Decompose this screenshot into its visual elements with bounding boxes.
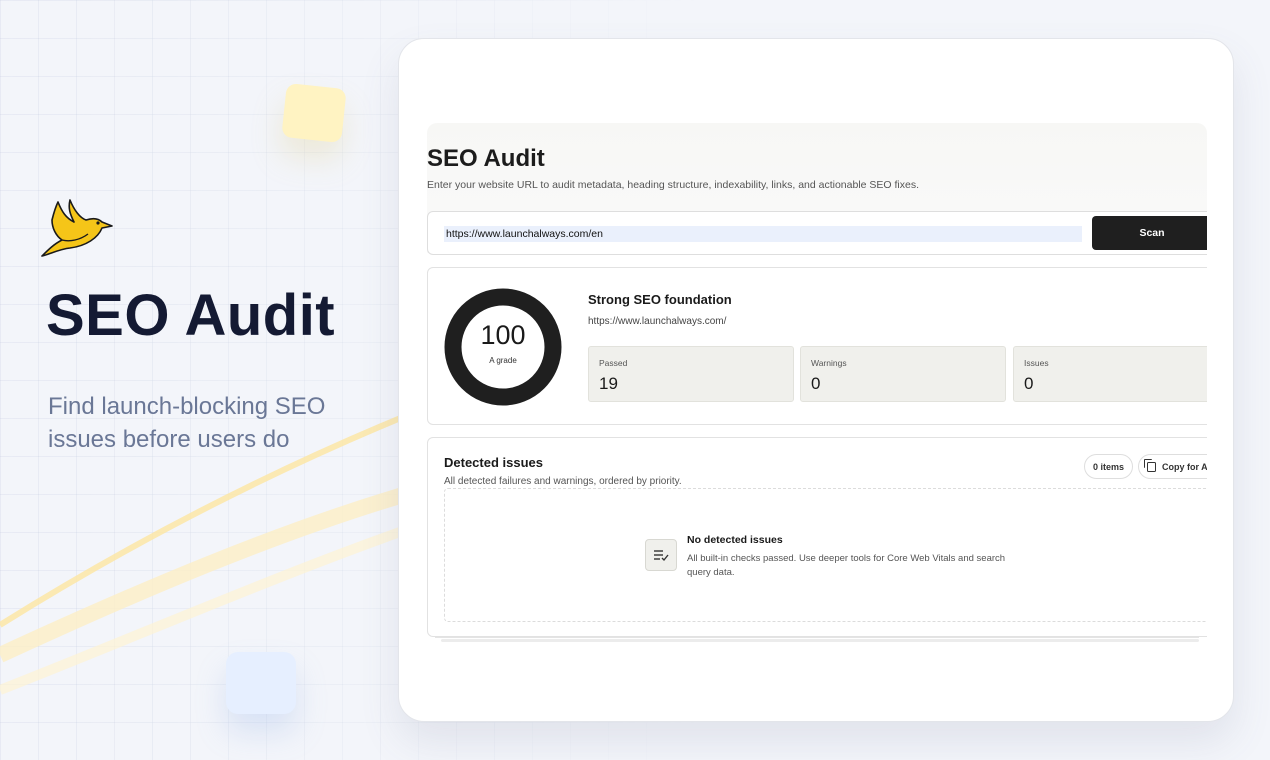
stat-label: Issues xyxy=(1024,358,1049,368)
empty-state-description: All built-in checks passed. Use deeper t… xyxy=(687,553,1006,578)
device-frame: SEO Audit Enter your website URL to audi… xyxy=(398,38,1234,722)
url-input[interactable] xyxy=(444,226,1082,242)
issues-card: Detected issues All detected failures an… xyxy=(427,437,1207,637)
page-description: Enter your website URL to audit metadata… xyxy=(427,179,920,191)
score-card: 100 A grade Strong SEO foundation https:… xyxy=(427,267,1207,425)
hero-title: SEO Audit xyxy=(46,283,336,348)
copy-for-ai-label: Copy for AI xyxy=(1162,461,1207,472)
stat-value: 19 xyxy=(599,374,618,393)
score-grade: A grade xyxy=(489,356,517,365)
stat-value: 0 xyxy=(811,374,821,393)
issue-count-badge: 0 items xyxy=(1084,454,1134,479)
stat-label: Passed xyxy=(599,358,628,368)
stat-issues: Issues 0 xyxy=(1013,346,1207,402)
decorative-yellow-tile xyxy=(281,83,347,143)
score-value: 100 xyxy=(480,320,526,350)
issues-description: All detected failures and warnings, orde… xyxy=(444,476,682,487)
empty-state: No detected issues All built-in checks p… xyxy=(444,488,1207,622)
bird-logo-icon xyxy=(41,199,113,257)
url-form: Scan xyxy=(427,211,1207,255)
page-title: SEO Audit xyxy=(427,145,545,172)
copy-icon xyxy=(1144,458,1156,472)
empty-state-title: No detected issues xyxy=(687,534,783,546)
stat-value: 0 xyxy=(1024,374,1034,393)
copy-for-ai-button[interactable]: Copy for AI xyxy=(1138,454,1207,479)
stat-passed: Passed 19 xyxy=(588,346,794,402)
score-url: https://www.launchalways.com/ xyxy=(588,316,727,327)
scan-button[interactable]: Scan xyxy=(1092,216,1207,250)
score-headline: Strong SEO foundation xyxy=(588,292,732,307)
decorative-blue-tile xyxy=(226,652,296,714)
checklist-icon xyxy=(645,539,677,571)
app-screen: SEO Audit Enter your website URL to audi… xyxy=(427,123,1207,679)
stat-label: Warnings xyxy=(811,358,847,368)
issues-title: Detected issues xyxy=(444,455,543,470)
hero-subtitle: Find launch-blocking SEO issues before u… xyxy=(48,393,326,453)
stat-warnings: Warnings 0 xyxy=(800,346,1006,402)
